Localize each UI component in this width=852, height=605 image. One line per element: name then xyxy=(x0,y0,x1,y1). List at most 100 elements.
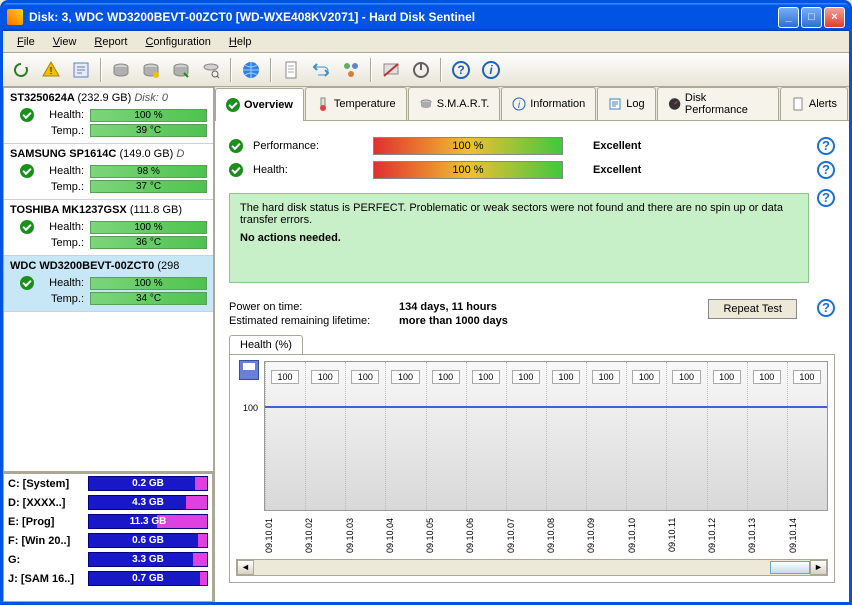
help-button[interactable]: ? xyxy=(447,56,475,84)
health-label: Health: xyxy=(40,277,84,289)
repeat-test-button[interactable]: Repeat Test xyxy=(708,299,797,319)
temp-minibar: 37 °C xyxy=(90,180,207,193)
performance-rating: Excellent xyxy=(593,140,641,152)
chart-point-label: 100 xyxy=(351,370,379,384)
menu-view[interactable]: View xyxy=(45,34,85,50)
performance-bar: 100 % xyxy=(373,137,563,155)
overview-panel: Performance: 100 % Excellent ? Health: 1… xyxy=(215,121,849,602)
partition-name: E: [Prog] xyxy=(8,516,84,528)
partition-bar: 0.6 GB xyxy=(88,533,208,548)
chart-x-label: 09.10.11 xyxy=(667,513,707,557)
chart-line xyxy=(265,406,827,408)
log-icon xyxy=(608,97,622,111)
maximize-button[interactable]: □ xyxy=(801,7,822,28)
power-button[interactable] xyxy=(407,56,435,84)
disk-item[interactable]: SAMSUNG SP1614C (149.0 GB) D Health: 98 %… xyxy=(4,144,213,200)
temp-label: Temp.: xyxy=(40,293,84,305)
temp-minibar: 36 °C xyxy=(90,236,207,249)
partition-row[interactable]: G:3.3 GB xyxy=(4,550,212,569)
save-chart-button[interactable] xyxy=(239,360,259,380)
partition-row[interactable]: J: [SAM 16..]0.7 GB xyxy=(4,569,212,588)
tabs: Overview Temperature S.M.A.R.T. iInforma… xyxy=(215,87,849,121)
disk-name: TOSHIBA MK1237GSX (111.8 GB) xyxy=(10,204,207,216)
svg-text:!: ! xyxy=(50,66,53,77)
tab-disk-performance[interactable]: Disk Performance xyxy=(657,87,779,120)
health-label: Health: xyxy=(253,164,363,176)
chart-point-label: 100 xyxy=(632,370,660,384)
window-title: Disk: 3, WDC WD3200BEVT-00ZCT0 [WD-WXE40… xyxy=(29,10,778,24)
chart-x-label: 09.10.06 xyxy=(465,513,505,557)
scroll-left-button[interactable]: ◄ xyxy=(237,560,254,575)
health-label: Health: xyxy=(40,109,84,121)
info-button[interactable]: i xyxy=(477,56,505,84)
check-icon xyxy=(20,164,34,178)
menu-configuration[interactable]: Configuration xyxy=(137,34,218,50)
chart-point-label: 100 xyxy=(552,370,580,384)
alerts-button[interactable]: ! xyxy=(37,56,65,84)
disk-item[interactable]: WDC WD3200BEVT-00ZCT0 (298 Health:100 % … xyxy=(4,256,213,312)
minimize-button[interactable]: _ xyxy=(778,7,799,28)
web-button[interactable] xyxy=(237,56,265,84)
partition-name: D: [XXXX..] xyxy=(8,497,84,509)
disk-test-3-button[interactable] xyxy=(167,56,195,84)
chart-x-label: 09.10.03 xyxy=(345,513,385,557)
menu-help[interactable]: Help xyxy=(221,34,260,50)
partition-row[interactable]: C: [System]0.2 GB xyxy=(4,474,212,493)
tab-log[interactable]: Log xyxy=(597,87,655,120)
doc-button[interactable] xyxy=(277,56,305,84)
tab-information[interactable]: iInformation xyxy=(501,87,596,120)
options-button[interactable] xyxy=(377,56,405,84)
partition-row[interactable]: D: [XXXX..] 4.3 GB xyxy=(4,493,212,512)
partition-bar: 0.7 GB xyxy=(88,571,208,586)
menu-report[interactable]: Report xyxy=(86,34,135,50)
disk-test-1-button[interactable] xyxy=(107,56,135,84)
partition-list[interactable]: C: [System]0.2 GB D: [XXXX..] 4.3 GB E: [Pr… xyxy=(3,472,213,602)
disk-name: SAMSUNG SP1614C (149.0 GB) D xyxy=(10,148,207,160)
partition-bar: 0.2 GB xyxy=(88,476,208,491)
chart-point-label: 100 xyxy=(793,370,821,384)
health-chart: 1001001001001001001001001001001001001001… xyxy=(229,354,835,583)
tab-smart[interactable]: S.M.A.R.T. xyxy=(408,87,501,120)
help-icon[interactable]: ? xyxy=(817,161,835,179)
tab-overview[interactable]: Overview xyxy=(215,88,304,121)
refresh-button[interactable] xyxy=(7,56,35,84)
temp-label: Temp.: xyxy=(40,125,84,137)
temp-label: Temp.: xyxy=(40,237,84,249)
disk-search-button[interactable] xyxy=(197,56,225,84)
partition-bar: 3.3 GB xyxy=(88,552,208,567)
help-icon[interactable]: ? xyxy=(817,299,835,317)
health-minibar: 100 % xyxy=(90,109,207,122)
check-icon xyxy=(229,139,243,153)
help-icon[interactable]: ? xyxy=(817,137,835,155)
disk-item[interactable]: ST3250624A (232.9 GB) Disk: 0 Health:100… xyxy=(4,88,213,144)
chart-point-label: 100 xyxy=(713,370,741,384)
menu-file[interactable]: File xyxy=(9,34,43,50)
disk-test-2-button[interactable] xyxy=(137,56,165,84)
partition-bar: 4.3 GB xyxy=(88,495,208,510)
help-icon[interactable]: ? xyxy=(817,189,835,207)
chart-x-label: 09.10.08 xyxy=(546,513,586,557)
info-icon: i xyxy=(512,97,526,111)
partition-row[interactable]: F: [Win 20..]0.6 GB xyxy=(4,531,212,550)
scroll-right-button[interactable]: ► xyxy=(810,560,827,575)
health-label: Health: xyxy=(40,165,84,177)
scrollbar-thumb[interactable] xyxy=(770,561,810,574)
chart-x-label: 09.10.13 xyxy=(747,513,787,557)
tab-temperature[interactable]: Temperature xyxy=(305,87,407,120)
chart-tab[interactable]: Health (%) xyxy=(229,335,303,354)
status-action: No actions needed. xyxy=(240,232,341,244)
partition-row[interactable]: E: [Prog]11.3 GB xyxy=(4,512,212,531)
status-box: The hard disk status is PERFECT. Problem… xyxy=(229,193,809,283)
report-button[interactable] xyxy=(67,56,95,84)
chart-scrollbar[interactable]: ◄ ► xyxy=(236,559,828,576)
titlebar[interactable]: Disk: 3, WDC WD3200BEVT-00ZCT0 [WD-WXE40… xyxy=(3,3,849,31)
tab-alerts[interactable]: Alerts xyxy=(780,87,848,120)
health-minibar: 98 % xyxy=(90,165,207,178)
close-button[interactable]: × xyxy=(824,7,845,28)
disk-item[interactable]: TOSHIBA MK1237GSX (111.8 GB) Health:100 … xyxy=(4,200,213,256)
check-icon xyxy=(226,98,240,112)
chart-point-label: 100 xyxy=(672,370,700,384)
sync-button[interactable] xyxy=(307,56,335,84)
network-button[interactable] xyxy=(337,56,365,84)
disk-list[interactable]: ST3250624A (232.9 GB) Disk: 0 Health:100… xyxy=(3,87,213,472)
